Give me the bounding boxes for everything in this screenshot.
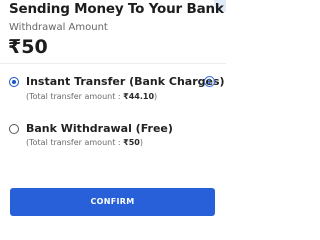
instant-transfer-total: (Total transfer amount : ₹44.10) [26, 92, 157, 101]
bank-withdrawal-total-value: ₹50 [123, 138, 140, 147]
instant-transfer-option[interactable]: Instant Transfer (Bank Charges) (Total t… [0, 70, 226, 110]
divider [0, 63, 226, 64]
bank-withdrawal-label: Bank Withdrawal (Free) [26, 122, 173, 135]
total-suffix: ) [154, 92, 158, 101]
page-title: Sending Money To Your Bank [9, 1, 224, 17]
bank-withdrawal-option[interactable]: Bank Withdrawal (Free) (Total transfer a… [0, 119, 226, 159]
info-icon[interactable]: i [204, 76, 215, 87]
withdrawal-amount: ₹50 [8, 36, 48, 58]
instant-transfer-radio[interactable] [9, 77, 19, 87]
amount-label: Withdrawal Amount [9, 22, 108, 33]
bank-withdrawal-total: (Total transfer amount : ₹50) [26, 138, 143, 147]
withdrawal-sheet: Sending Money To Your Bank Withdrawal Am… [0, 0, 226, 220]
confirm-button[interactable]: CONFIRM [10, 188, 215, 216]
bank-withdrawal-radio[interactable] [9, 124, 19, 134]
instant-transfer-label: Instant Transfer (Bank Charges) [26, 75, 225, 88]
total-prefix: (Total transfer amount : [26, 138, 124, 147]
total-suffix: ) [139, 138, 143, 147]
instant-transfer-total-value: ₹44.10 [123, 92, 155, 101]
total-prefix: (Total transfer amount : [26, 92, 124, 101]
